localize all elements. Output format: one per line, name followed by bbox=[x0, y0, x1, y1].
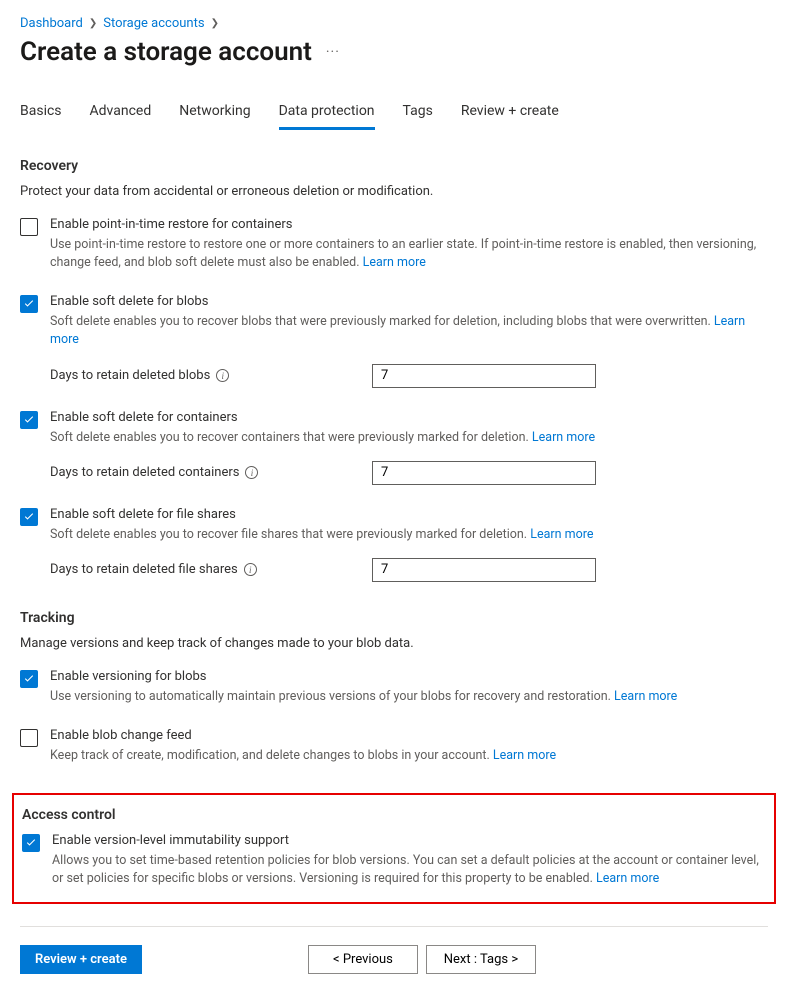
tab-advanced[interactable]: Advanced bbox=[90, 97, 152, 130]
learn-more-versioning[interactable]: Learn more bbox=[614, 689, 677, 704]
tabs: Basics Advanced Networking Data protecti… bbox=[20, 97, 768, 130]
label-pitr: Enable point-in-time restore for contain… bbox=[50, 217, 768, 232]
info-icon[interactable]: i bbox=[244, 563, 257, 576]
check-icon bbox=[23, 673, 35, 685]
label-versioning: Enable versioning for blobs bbox=[50, 669, 768, 684]
info-icon[interactable]: i bbox=[216, 369, 229, 382]
tab-tags[interactable]: Tags bbox=[403, 97, 433, 130]
option-versioning: Enable versioning for blobs Use versioni… bbox=[20, 669, 768, 706]
learn-more-soft-delete-containers[interactable]: Learn more bbox=[532, 430, 595, 445]
section-tracking: Tracking Manage versions and keep track … bbox=[20, 610, 768, 765]
breadcrumb-dashboard[interactable]: Dashboard bbox=[20, 16, 83, 31]
check-icon bbox=[25, 837, 37, 849]
checkbox-soft-delete-blobs[interactable] bbox=[20, 295, 38, 313]
check-icon bbox=[23, 298, 35, 310]
section-access-control: Access control Enable version-level immu… bbox=[22, 807, 766, 888]
desc-pitr: Use point-in-time restore to restore one… bbox=[50, 236, 768, 272]
desc-change-feed: Keep track of create, modification, and … bbox=[50, 747, 768, 765]
section-recovery: Recovery Protect your data from accident… bbox=[20, 158, 768, 582]
check-icon bbox=[23, 511, 35, 523]
input-container-days[interactable] bbox=[372, 461, 596, 485]
chevron-right-icon: ❯ bbox=[211, 18, 219, 29]
highlight-access-control: Access control Enable version-level immu… bbox=[12, 793, 776, 904]
info-icon[interactable]: i bbox=[245, 466, 258, 479]
tab-data-protection[interactable]: Data protection bbox=[279, 97, 375, 130]
option-soft-delete-containers: Enable soft delete for containers Soft d… bbox=[20, 410, 768, 485]
section-desc-tracking: Manage versions and keep track of change… bbox=[20, 636, 768, 651]
checkbox-soft-delete-containers[interactable] bbox=[20, 411, 38, 429]
option-soft-delete-fileshares: Enable soft delete for file shares Soft … bbox=[20, 507, 768, 582]
tab-basics[interactable]: Basics bbox=[20, 97, 62, 130]
input-fileshare-days[interactable] bbox=[372, 558, 596, 582]
check-icon bbox=[23, 414, 35, 426]
breadcrumb: Dashboard ❯ Storage accounts ❯ bbox=[20, 16, 768, 31]
option-change-feed: Enable blob change feed Keep track of cr… bbox=[20, 728, 768, 765]
tab-review-create[interactable]: Review + create bbox=[461, 97, 559, 130]
label-immutability: Enable version-level immutability suppor… bbox=[52, 833, 766, 848]
section-desc-recovery: Protect your data from accidental or err… bbox=[20, 184, 768, 199]
option-soft-delete-blobs: Enable soft delete for blobs Soft delete… bbox=[20, 294, 768, 387]
learn-more-change-feed[interactable]: Learn more bbox=[493, 748, 556, 763]
checkbox-immutability[interactable] bbox=[22, 834, 40, 852]
field-label-container-days: Days to retain deleted containers bbox=[50, 465, 239, 480]
more-icon[interactable]: ··· bbox=[326, 44, 340, 60]
checkbox-soft-delete-fileshares[interactable] bbox=[20, 508, 38, 526]
footer-buttons: Review + create < Previous Next : Tags > bbox=[20, 945, 768, 974]
divider bbox=[20, 926, 768, 927]
input-blob-days[interactable] bbox=[372, 364, 596, 388]
label-soft-delete-containers: Enable soft delete for containers bbox=[50, 410, 768, 425]
option-pitr: Enable point-in-time restore for contain… bbox=[20, 217, 768, 272]
section-title-access-control: Access control bbox=[22, 807, 766, 823]
label-soft-delete-fileshares: Enable soft delete for file shares bbox=[50, 507, 768, 522]
learn-more-pitr[interactable]: Learn more bbox=[363, 255, 426, 270]
learn-more-immutability[interactable]: Learn more bbox=[596, 871, 659, 886]
label-change-feed: Enable blob change feed bbox=[50, 728, 768, 743]
desc-versioning: Use versioning to automatically maintain… bbox=[50, 688, 768, 706]
chevron-right-icon: ❯ bbox=[89, 18, 97, 29]
field-label-blob-days: Days to retain deleted blobs bbox=[50, 368, 210, 383]
desc-immutability: Allows you to set time-based retention p… bbox=[52, 852, 766, 888]
field-label-fileshare-days: Days to retain deleted file shares bbox=[50, 562, 238, 577]
checkbox-change-feed[interactable] bbox=[20, 729, 38, 747]
checkbox-pitr[interactable] bbox=[20, 218, 38, 236]
option-immutability: Enable version-level immutability suppor… bbox=[22, 833, 766, 888]
tab-networking[interactable]: Networking bbox=[179, 97, 250, 130]
breadcrumb-storage-accounts[interactable]: Storage accounts bbox=[103, 16, 204, 31]
learn-more-soft-delete-fileshares[interactable]: Learn more bbox=[530, 527, 593, 542]
desc-soft-delete-fileshares: Soft delete enables you to recover file … bbox=[50, 526, 768, 544]
section-title-recovery: Recovery bbox=[20, 158, 768, 174]
previous-button[interactable]: < Previous bbox=[308, 945, 418, 974]
next-button[interactable]: Next : Tags > bbox=[426, 945, 536, 974]
label-soft-delete-blobs: Enable soft delete for blobs bbox=[50, 294, 768, 309]
section-title-tracking: Tracking bbox=[20, 610, 768, 626]
desc-soft-delete-blobs: Soft delete enables you to recover blobs… bbox=[50, 313, 768, 349]
checkbox-versioning[interactable] bbox=[20, 670, 38, 688]
desc-soft-delete-containers: Soft delete enables you to recover conta… bbox=[50, 429, 768, 447]
page-title: Create a storage account bbox=[20, 37, 312, 67]
review-create-button[interactable]: Review + create bbox=[20, 945, 142, 974]
